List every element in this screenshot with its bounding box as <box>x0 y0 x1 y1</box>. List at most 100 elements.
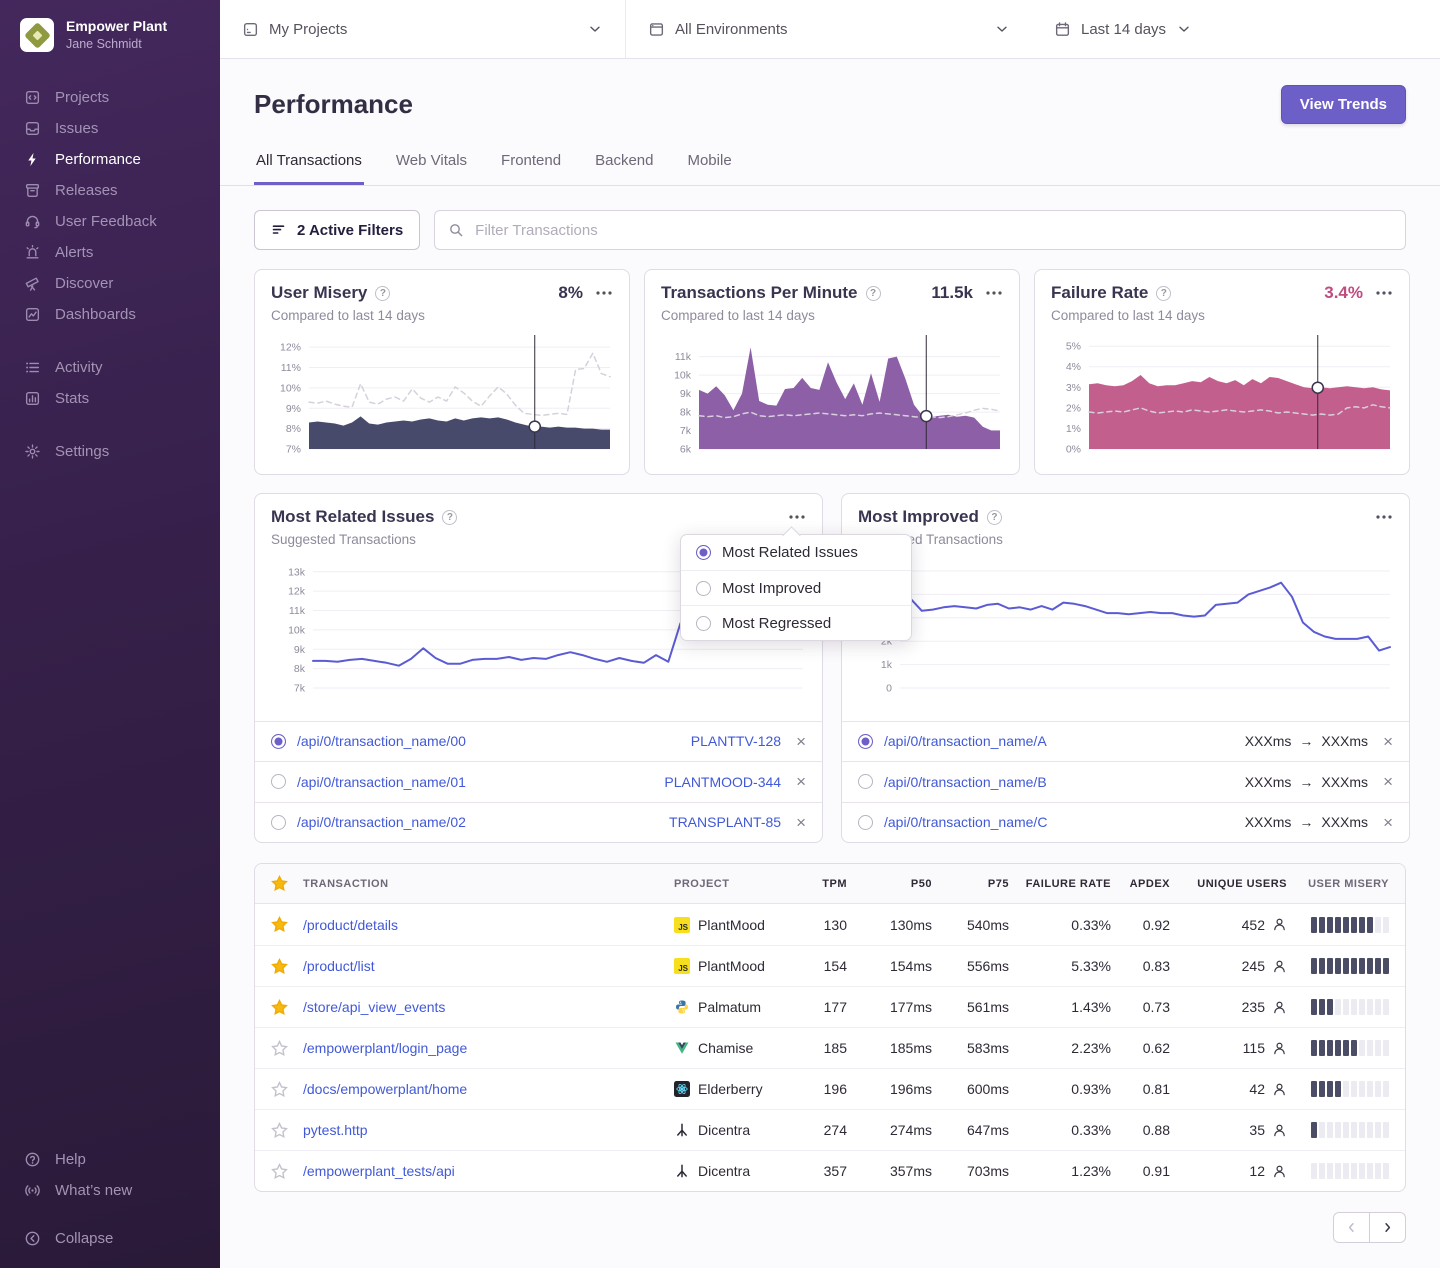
radio-button[interactable] <box>858 734 873 749</box>
settings-icon <box>24 443 41 460</box>
collapse-button[interactable]: Collapse <box>0 1223 220 1254</box>
radio-button[interactable] <box>858 815 873 830</box>
column-header[interactable]: FAILURE RATE <box>1009 878 1111 890</box>
card-menu-button[interactable] <box>1375 286 1393 300</box>
summary-chart[interactable]: 5%4%3%2%1%0% <box>1051 331 1393 466</box>
view-trends-button[interactable]: View Trends <box>1281 85 1406 124</box>
tab[interactable]: Backend <box>593 148 655 185</box>
star-icon[interactable] <box>271 1122 288 1139</box>
radio-button[interactable] <box>696 581 711 596</box>
summary-chart[interactable]: 12%11%10%9%8%7% <box>271 331 613 466</box>
close-icon[interactable]: × <box>792 733 806 750</box>
card-menu-button[interactable] <box>985 286 1003 300</box>
sidebar-item[interactable]: Performance <box>0 144 220 175</box>
column-header[interactable]: P50 <box>847 878 932 890</box>
column-header[interactable]: P75 <box>932 878 1009 890</box>
radio-button[interactable] <box>858 774 873 789</box>
column-header[interactable]: PROJECT <box>674 878 792 890</box>
global-filter-dropdown[interactable]: Last 14 days <box>1032 0 1214 58</box>
global-filter-dropdown[interactable]: All Environments <box>626 0 1032 58</box>
star-icon[interactable] <box>271 958 288 975</box>
transaction-link[interactable]: /store/api_view_events <box>303 999 445 1015</box>
close-icon[interactable]: × <box>792 814 806 831</box>
sidebar-item[interactable]: Alerts <box>0 237 220 268</box>
most-improved-chart[interactable]: 2k1k0 <box>858 555 1393 705</box>
sidebar-item[interactable]: User Feedback <box>0 206 220 237</box>
transaction-link[interactable]: /product/details <box>303 917 398 933</box>
star-icon[interactable] <box>271 999 288 1016</box>
transaction-link[interactable]: /api/0/transaction_name/B <box>884 774 1234 790</box>
transaction-link[interactable]: pytest.http <box>303 1122 368 1138</box>
sidebar-item[interactable]: Dashboards <box>0 299 220 330</box>
star-icon[interactable] <box>271 875 288 892</box>
transaction-link[interactable]: /empowerplant_tests/api <box>303 1163 455 1179</box>
tab[interactable]: Web Vitals <box>394 148 469 185</box>
transaction-link[interactable]: /api/0/transaction_name/C <box>884 814 1234 830</box>
close-icon[interactable]: × <box>792 773 806 790</box>
radio-button[interactable] <box>696 616 711 631</box>
issue-link[interactable]: PLANTTV-128 <box>691 733 781 749</box>
sidebar-item[interactable]: Projects <box>0 82 220 113</box>
page-header: Performance View Trends All Transactions… <box>220 59 1440 186</box>
star-icon[interactable] <box>271 1163 288 1180</box>
panel-menu-button[interactable] <box>788 510 806 524</box>
close-icon[interactable]: × <box>1379 733 1393 750</box>
radio-button[interactable] <box>271 815 286 830</box>
star-icon[interactable] <box>271 916 288 933</box>
menu-item[interactable]: Most Regressed <box>681 605 911 640</box>
org-name: Empower Plant <box>66 18 167 36</box>
tab[interactable]: Frontend <box>499 148 563 185</box>
menu-item[interactable]: Most Improved <box>681 570 911 605</box>
transaction-link[interactable]: /api/0/transaction_name/01 <box>297 774 653 790</box>
transaction-link[interactable]: /docs/empowerplant/home <box>303 1081 467 1097</box>
search-input[interactable] <box>434 210 1406 250</box>
global-filter-dropdown[interactable]: My Projects <box>220 0 626 58</box>
sidebar-item[interactable]: Discover <box>0 268 220 299</box>
star-icon[interactable] <box>271 1081 288 1098</box>
radio-button[interactable] <box>271 774 286 789</box>
close-icon[interactable]: × <box>1379 773 1393 790</box>
column-header[interactable]: USER MISERY <box>1287 878 1405 890</box>
column-header[interactable]: UNIQUE USERS <box>1170 878 1287 890</box>
menu-item[interactable]: Most Related Issues <box>681 535 911 570</box>
misery-bar <box>1367 1122 1373 1138</box>
star-icon[interactable] <box>271 1040 288 1057</box>
p75-value: 556ms <box>932 958 1009 974</box>
radio-button[interactable] <box>271 734 286 749</box>
summary-chart[interactable]: 11k10k9k8k7k6k <box>661 331 1003 466</box>
issue-link[interactable]: PLANTMOOD-344 <box>664 774 781 790</box>
sidebar-item[interactable]: Issues <box>0 113 220 144</box>
sidebar-item[interactable]: Help <box>0 1144 220 1175</box>
sidebar-item[interactable]: Releases <box>0 175 220 206</box>
column-header[interactable]: TPM <box>792 878 847 890</box>
card-menu-button[interactable] <box>595 286 613 300</box>
panel-menu-button[interactable] <box>1375 510 1393 524</box>
column-header[interactable]: TRANSACTION <box>303 878 674 890</box>
previous-page-button[interactable] <box>1333 1212 1370 1243</box>
help-circle-icon[interactable] <box>866 286 881 301</box>
next-page-button[interactable] <box>1369 1212 1406 1243</box>
transaction-link[interactable]: /empowerplant/login_page <box>303 1040 467 1056</box>
active-filters-button[interactable]: 2 Active Filters <box>254 210 420 250</box>
issue-link[interactable]: TRANSPLANT-85 <box>669 814 781 830</box>
sidebar-item[interactable]: What’s new <box>0 1175 220 1206</box>
transaction-link[interactable]: /api/0/transaction_name/A <box>884 733 1234 749</box>
close-icon[interactable]: × <box>1379 814 1393 831</box>
help-circle-icon[interactable] <box>442 510 457 525</box>
sidebar-item[interactable]: Stats <box>0 383 220 414</box>
sidebar-item[interactable]: Activity <box>0 352 220 383</box>
help-circle-icon[interactable] <box>987 510 1002 525</box>
transaction-link[interactable]: /api/0/transaction_name/00 <box>297 733 680 749</box>
help-circle-icon[interactable] <box>375 286 390 301</box>
radio-button[interactable] <box>696 545 711 560</box>
org-switcher[interactable]: Empower Plant Jane Schmidt <box>0 0 220 52</box>
column-header[interactable]: APDEX <box>1111 878 1170 890</box>
transaction-link[interactable]: /product/list <box>303 958 375 974</box>
sidebar-item[interactable]: Settings <box>0 436 220 467</box>
transaction-link[interactable]: /api/0/transaction_name/02 <box>297 814 658 830</box>
help-circle-icon[interactable] <box>1156 286 1171 301</box>
unique-users-value: 235 <box>1242 999 1265 1015</box>
tab[interactable]: Mobile <box>685 148 733 185</box>
tab[interactable]: All Transactions <box>254 148 364 185</box>
user-icon <box>1272 1041 1287 1056</box>
